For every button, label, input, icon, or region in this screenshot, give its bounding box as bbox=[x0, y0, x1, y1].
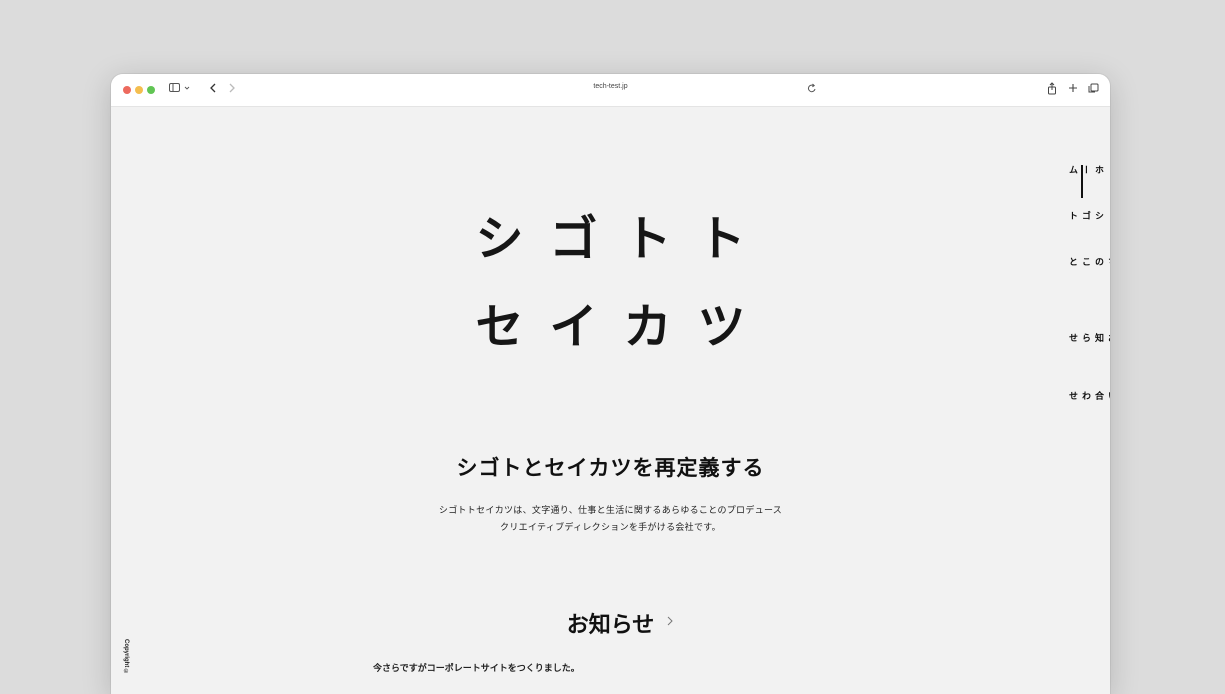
page-content: シゴトト セイカツ シゴトとセイカツを再定義する シゴトトセイカツは、文字通り、… bbox=[111, 107, 1110, 694]
tagline: シゴトとセイカツを再定義する bbox=[456, 456, 765, 480]
browser-window: tech-test.jp シゴトト セイカツ シゴトとセイカツを再定義する シゴ… bbox=[111, 74, 1110, 694]
plus-icon[interactable] bbox=[1068, 82, 1078, 98]
copyright-text: Copyright © bbox=[123, 639, 129, 675]
nav-item-contact[interactable]: お問い合わせ bbox=[1066, 391, 1110, 401]
nav-item-home[interactable]: ホーム bbox=[1066, 165, 1105, 175]
browser-toolbar: tech-test.jp bbox=[111, 74, 1110, 107]
description-line-2: クリエイティブディレクションを手がける会社です。 bbox=[500, 523, 721, 533]
news-item[interactable]: 今さらですがコーポレートサイトをつくりました。 bbox=[373, 661, 580, 674]
hero-title-line-2: セイカツ bbox=[475, 299, 772, 355]
share-icon[interactable] bbox=[1047, 82, 1057, 99]
nav-item-about[interactable]: 私たちのこと bbox=[1066, 257, 1110, 267]
reload-icon[interactable] bbox=[807, 82, 817, 98]
address-bar[interactable]: tech-test.jp bbox=[111, 83, 1110, 90]
description-line-1: シゴトトセイカツは、文字通り、仕事と生活に関するあらゆることのプロデュース bbox=[438, 506, 783, 516]
chevron-right-icon[interactable] bbox=[667, 616, 673, 629]
hero-title-line-1: シゴトト bbox=[475, 211, 772, 267]
tabs-overview-icon[interactable] bbox=[1088, 82, 1099, 98]
news-section-title[interactable]: お知らせ bbox=[111, 607, 1110, 639]
nav-item-news[interactable]: お知らせ bbox=[1066, 333, 1110, 343]
nav-item-work[interactable]: シゴト bbox=[1066, 211, 1105, 221]
